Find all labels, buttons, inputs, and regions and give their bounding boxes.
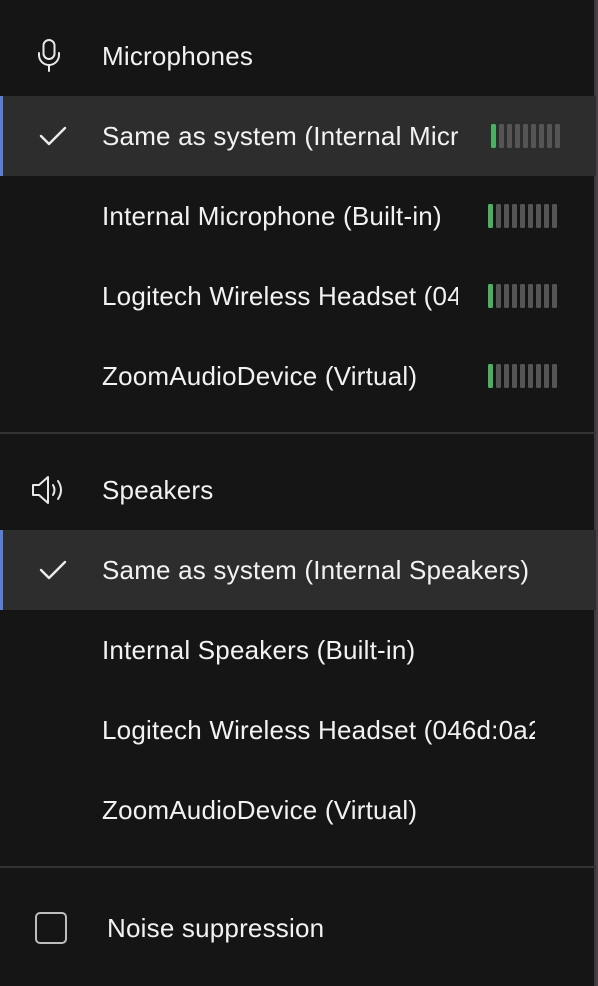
checkmark-icon xyxy=(3,125,102,147)
noise-suppression-option[interactable]: Noise suppression xyxy=(0,888,596,968)
speakers-header: Speakers xyxy=(0,450,596,530)
speaker-option-zoom[interactable]: ZoomAudioDevice (Virtual) xyxy=(0,770,596,850)
microphone-option-label: Internal Microphone (Built-in) xyxy=(102,200,442,231)
speaker-icon xyxy=(0,474,102,506)
noise-suppression-checkbox[interactable] xyxy=(35,912,67,944)
speaker-option-label: Same as system (Internal Speakers) xyxy=(102,554,530,585)
microphone-option-logitech[interactable]: Logitech Wireless Headset (046d:0a29) xyxy=(0,256,596,336)
noise-suppression-label: Noise suppression xyxy=(107,912,325,943)
speaker-option-label: ZoomAudioDevice (Virtual) xyxy=(102,794,418,825)
audio-device-menu: Microphones Same as system (Internal Mic… xyxy=(0,0,596,986)
section-divider xyxy=(0,432,596,434)
microphone-option-label: ZoomAudioDevice (Virtual) xyxy=(102,360,418,391)
microphone-option-zoom[interactable]: ZoomAudioDevice (Virtual) xyxy=(0,336,596,416)
microphone-option-label: Same as system (Internal Microphone) xyxy=(102,120,458,151)
speaker-option-same-as-system[interactable]: Same as system (Internal Speakers) xyxy=(0,530,596,610)
speaker-option-logitech[interactable]: Logitech Wireless Headset (046d:0a29) xyxy=(0,690,596,770)
mic-level-meter xyxy=(491,124,560,148)
section-divider xyxy=(0,866,596,868)
mic-level-meter xyxy=(488,364,557,388)
microphones-header: Microphones xyxy=(0,16,596,96)
microphones-title: Microphones xyxy=(102,40,254,71)
mic-level-meter xyxy=(488,204,557,228)
speaker-option-internal[interactable]: Internal Speakers (Built-in) xyxy=(0,610,596,690)
speakers-title: Speakers xyxy=(102,474,214,505)
microphone-option-internal[interactable]: Internal Microphone (Built-in) xyxy=(0,176,596,256)
microphone-option-same-as-system[interactable]: Same as system (Internal Microphone) xyxy=(0,96,596,176)
checkmark-icon xyxy=(3,559,102,581)
mic-level-meter xyxy=(488,284,557,308)
microphone-icon xyxy=(0,38,102,74)
speaker-option-label: Internal Speakers (Built-in) xyxy=(102,634,416,665)
speaker-option-label: Logitech Wireless Headset (046d:0a29) xyxy=(102,714,535,745)
microphone-option-label: Logitech Wireless Headset (046d:0a29) xyxy=(102,280,458,311)
